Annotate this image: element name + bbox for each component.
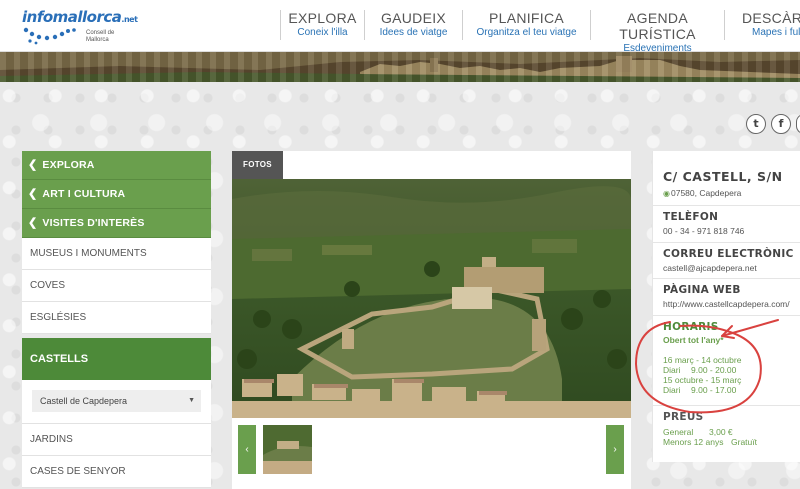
email-block: CORREU ELECTRÒNIC castell@ajcapdepera.ne… xyxy=(663,248,800,274)
sidebar-item-label: EXPLORA xyxy=(42,159,95,171)
sidebar-item-cases-senyor[interactable]: CASES DE SENYOR xyxy=(22,456,211,488)
price-general-value: 3,00 € xyxy=(709,427,733,437)
nav-title: AGENDA TURÍSTICA xyxy=(619,10,696,42)
nav-title: GAUDEIX xyxy=(380,10,447,26)
chevron-left-icon: ❮ xyxy=(28,217,38,229)
prices-block: PREUS General 3,00 € Menors 12 anys Gratuï… xyxy=(663,411,800,447)
sidebar-item-museus[interactable]: MUSEUS I MONUMENTS xyxy=(22,238,211,270)
gallery-next-button[interactable]: › xyxy=(606,425,624,474)
castle-select[interactable]: Castell de Capdepera ▼ xyxy=(32,390,201,412)
price-children: Menors 12 anys Gratuït xyxy=(663,437,800,447)
period-2-time: 9.00 - 17.00 xyxy=(691,385,737,395)
divider xyxy=(653,205,800,206)
price-children-value: Gratuït xyxy=(731,437,757,447)
nav-planifica[interactable]: PLANIFICA Organitza el teu viatge xyxy=(462,10,590,40)
logo-subtitle: Consell de Mallorca xyxy=(86,30,115,43)
site-header: infomallorca.net Consell de Mallorca EXPL… xyxy=(0,0,800,54)
divider xyxy=(653,278,800,279)
postal-code: 07580, Capdepera xyxy=(670,188,742,198)
nav-descarregues[interactable]: DESCÀRREG Mapes i full xyxy=(724,10,800,40)
web-label: PÀGINA WEB xyxy=(663,284,741,296)
phone-number[interactable]: 00 - 34 - 971 818 746 xyxy=(663,226,800,237)
postal-line: ◉07580, Capdepera xyxy=(663,188,800,199)
price-general: General 3,00 € xyxy=(663,427,800,437)
castle-select-value: Castell de Capdepera xyxy=(40,396,128,406)
logo-text: infomallorca.net xyxy=(22,8,138,26)
nav-gaudeix[interactable]: GAUDEIX Idees de viatge xyxy=(364,10,462,40)
facebook-icon[interactable]: f xyxy=(771,114,791,134)
sidebar-item-jardins[interactable]: JARDINS xyxy=(22,424,211,456)
sidebar-item-esglesies[interactable]: ESGLÉSIES xyxy=(22,302,211,334)
main-castle-photo[interactable] xyxy=(232,179,631,418)
twitter-icon[interactable]: t xyxy=(746,114,766,134)
nav-agenda[interactable]: AGENDA TURÍSTICA Esdeveniments xyxy=(590,10,724,54)
sidebar-item-label: VISITES D'INTERÈS xyxy=(42,217,145,229)
header-banner-image xyxy=(0,52,800,82)
divider xyxy=(653,242,800,243)
period-2-day: Diari xyxy=(663,385,681,395)
period-1-time: 9.00 - 20.00 xyxy=(691,365,737,375)
gallery-thumbnail[interactable] xyxy=(263,425,312,474)
nav-subtitle: Organitza el teu viatge xyxy=(476,27,577,38)
web-block: PÀGINA WEB http://www.castellcapdepera.c… xyxy=(663,284,800,310)
castle-info-panel: C/ CASTELL, S/N ◉07580, Capdepera TELÈFO… xyxy=(652,151,800,462)
castle-thumbnail-image xyxy=(263,425,312,474)
castle-aerial-image xyxy=(232,179,631,418)
sidebar-nav: ❮ EXPLORA ❮ ART I CULTURA ❮ VISITES D'INTER… xyxy=(22,151,211,488)
sidebar-item-coves[interactable]: COVES xyxy=(22,270,211,302)
sidebar-item-castells[interactable]: CASTELLS xyxy=(22,338,211,380)
email-label: CORREU ELECTRÒNIC xyxy=(663,248,794,260)
sidebar-back-explora[interactable]: ❮ EXPLORA xyxy=(22,151,211,180)
divider xyxy=(653,315,800,316)
nav-explora[interactable]: EXPLORA Coneix l'illa xyxy=(280,10,364,40)
period-1-day: Diari xyxy=(663,365,681,375)
period-1-hours: Diari 9.00 - 20.00 xyxy=(663,365,800,375)
gallery-prev-button[interactable]: ‹ xyxy=(238,425,256,474)
phone-block: TELÈFON 00 - 34 - 971 818 746 xyxy=(663,211,800,237)
nav-title: PLANIFICA xyxy=(488,10,565,26)
period-2-hours: Diari 9.00 - 17.00 xyxy=(663,385,800,395)
phone-label: TELÈFON xyxy=(663,211,719,223)
hours-label: HORARIS xyxy=(663,321,719,333)
web-link[interactable]: http://www.castellcapdepera.com/ xyxy=(663,299,800,310)
price-general-label: General xyxy=(663,427,694,437)
email-link[interactable]: castell@ajcapdepera.net xyxy=(663,263,800,274)
chevron-left-icon: ❮ xyxy=(28,188,38,200)
castle-select-wrapper: Castell de Capdepera ▼ xyxy=(22,380,211,424)
divider xyxy=(653,405,800,406)
hours-subtitle: Obert tot l'any* xyxy=(663,335,724,345)
chevron-left-icon: ❮ xyxy=(28,159,38,171)
hours-block: HORARIS Obert tot l'any* 16 març - 14 oc… xyxy=(663,321,800,395)
period-2-dates: 15 octubre - 15 març xyxy=(663,375,742,385)
nav-title: DESCÀRREG xyxy=(742,10,800,26)
photo-gallery: FOTOS ‹ › xyxy=(232,151,631,489)
address-block: C/ CASTELL, S/N ◉07580, Capdepera xyxy=(663,169,800,199)
banner-castle-walls xyxy=(0,52,800,82)
chevron-down-icon: ▼ xyxy=(188,397,195,404)
address-title: C/ CASTELL, S/N xyxy=(663,169,783,184)
sidebar-back-visites[interactable]: ❮ VISITES D'INTERÈS xyxy=(22,209,211,238)
site-logo[interactable]: infomallorca.net Consell de Mallorca xyxy=(18,6,138,46)
prices-label: PREUS xyxy=(663,411,704,423)
nav-title: EXPLORA xyxy=(288,10,357,26)
sidebar-item-label: ART I CULTURA xyxy=(42,188,126,200)
location-pin-icon: ◉ xyxy=(663,189,670,198)
price-children-label: Menors 12 anys xyxy=(663,437,724,447)
tab-fotos[interactable]: FOTOS xyxy=(232,151,283,179)
nav-subtitle: Coneix l'illa xyxy=(297,27,348,38)
logo-dots-icon xyxy=(23,27,76,45)
period-1-dates: 16 març - 14 octubre xyxy=(663,355,742,365)
sidebar-back-art-cultura[interactable]: ❮ ART I CULTURA xyxy=(22,180,211,209)
nav-subtitle: Mapes i full xyxy=(752,27,800,38)
nav-subtitle: Idees de viatge xyxy=(379,27,448,38)
